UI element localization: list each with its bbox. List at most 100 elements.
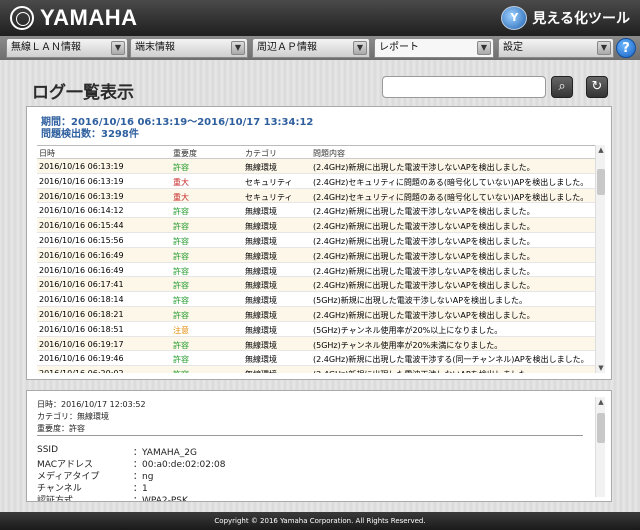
- cell-time: 2016/10/16 06:16:49: [39, 265, 124, 275]
- cell-category: 無線環境: [245, 340, 277, 350]
- cell-severity: 許容: [173, 222, 189, 232]
- table-row[interactable]: 2016/10/16 06:17:41 許容 無線環境 (2.4GHz)新規に出現した…: [37, 277, 605, 293]
- column-header-category[interactable]: カテゴリ: [245, 148, 277, 159]
- tab-label: レポート: [379, 42, 419, 53]
- cell-severity: 許容: [173, 369, 189, 373]
- cell-time: 2016/10/16 06:13:19: [39, 191, 124, 201]
- cell-time: 2016/10/16 06:19:46: [39, 354, 124, 364]
- cell-time: 2016/10/16 06:15:44: [39, 221, 124, 231]
- table-row[interactable]: 2016/10/16 06:18:51 注意 無線環境 (5GHz)チャンネル使用率が…: [37, 322, 605, 337]
- chevron-down-icon[interactable]: ▼: [111, 41, 125, 55]
- table-row[interactable]: 2016/10/16 06:16:49 許容 無線環境 (2.4GHz)新規に出現した…: [37, 247, 605, 263]
- cell-severity: 重大: [173, 177, 189, 187]
- scroll-down-icon[interactable]: ▼: [596, 363, 606, 373]
- cell-issue: (5GHz)チャンネル使用率が20%未満になりました。: [313, 340, 503, 350]
- column-header-issue[interactable]: 問題内容: [313, 148, 345, 159]
- cell-issue: (5GHz)チャンネル使用率が20%以上になりました。: [313, 325, 503, 335]
- search-input[interactable]: [382, 76, 546, 98]
- scroll-up-icon[interactable]: ▲: [596, 145, 606, 155]
- search-icon[interactable]: ⌕: [551, 76, 573, 98]
- table-row[interactable]: 2016/10/16 06:13:19 重大 セキュリティ (2.4GHz)セキュリテ…: [37, 174, 605, 189]
- cell-severity: 許容: [173, 296, 189, 306]
- column-header-severity[interactable]: 重要度: [173, 148, 197, 159]
- cell-issue: (2.4GHz)新規に出現した電波干渉しないAPを検出しました。: [313, 222, 535, 232]
- cell-category: 無線環境: [245, 207, 277, 217]
- cell-issue: (2.4GHz)セキュリティに問題のある(暗号化していない)APを検出しました。: [313, 177, 589, 187]
- cell-category: 無線環境: [245, 310, 277, 320]
- chevron-down-icon[interactable]: ▼: [353, 41, 367, 55]
- visualization-tool-icon: Y: [501, 6, 528, 30]
- cell-issue: (2.4GHz)新規に出現した電波干渉しないAPを検出しました。: [313, 310, 535, 320]
- help-icon[interactable]: ?: [616, 38, 636, 58]
- detail-key: SSID: [37, 445, 59, 455]
- cell-time: 2016/10/16 06:16:49: [39, 250, 124, 260]
- chevron-down-icon[interactable]: ▼: [231, 41, 245, 55]
- scroll-thumb[interactable]: [597, 169, 605, 195]
- table-row[interactable]: 2016/10/16 06:19:17 許容 無線環境 (5GHz)チャンネル使用率が…: [37, 336, 605, 352]
- detail-value: ：WPA2-PSK: [133, 496, 188, 502]
- cell-time: 2016/10/16 06:14:12: [39, 206, 124, 216]
- table-row[interactable]: 2016/10/16 06:13:19 許容 無線環境 (2.4GHz)新規に出現した…: [37, 159, 605, 174]
- scroll-thumb[interactable]: [597, 413, 605, 443]
- cell-time: 2016/10/16 06:19:17: [39, 339, 124, 349]
- table-row[interactable]: 2016/10/16 06:16:49 許容 無線環境 (2.4GHz)新規に出現した…: [37, 263, 605, 278]
- chevron-down-icon[interactable]: ▼: [477, 41, 491, 55]
- cell-severity: 許容: [173, 251, 189, 261]
- cell-time: 2016/10/16 06:18:51: [39, 324, 124, 334]
- table-row[interactable]: 2016/10/16 06:14:12 許容 無線環境 (2.4GHz)新規に出現した…: [37, 203, 605, 219]
- cell-severity: 許容: [173, 266, 189, 276]
- chevron-down-icon[interactable]: ▼: [597, 41, 611, 55]
- cell-issue: (2.4GHz)新規に出現した電波干渉しないAPを検出しました。: [313, 281, 535, 291]
- logo-text: YAMAHA: [40, 5, 138, 30]
- cell-severity: 許容: [173, 207, 189, 217]
- table-row[interactable]: 2016/10/16 06:15:44 許容 無線環境 (2.4GHz)新規に出現した…: [37, 218, 605, 233]
- cell-severity: 許容: [173, 340, 189, 350]
- yamaha-logo: YAMAHA: [10, 5, 138, 31]
- cell-issue: (2.4GHz)新規に出現した電波干渉しないAPを検出しました。: [313, 266, 535, 276]
- table-row[interactable]: 2016/10/16 06:13:19 重大 セキュリティ (2.4GHz)セキュリテ…: [37, 188, 605, 204]
- log-detail-panel: 日時：2016/10/17 12:03:52 カテゴリ：無線環境 重要度：許容 …: [26, 390, 612, 502]
- refresh-icon[interactable]: ↻: [586, 76, 608, 98]
- table-row[interactable]: 2016/10/16 06:18:14 許容 無線環境 (5GHz)新規に出現した電波…: [37, 292, 605, 307]
- cell-severity: 注意: [173, 325, 189, 335]
- log-summary: 期間：2016/10/16 06:13:19～2016/10/17 13:34:…: [41, 117, 313, 141]
- tab-terminal[interactable]: 端末情報 ▼: [130, 38, 248, 58]
- scroll-up-icon[interactable]: ▲: [596, 397, 606, 407]
- tab-label: 端末情報: [135, 42, 175, 53]
- cell-time: 2016/10/16 06:17:41: [39, 280, 124, 290]
- cell-issue: (2.4GHz)新規に出現した電波干渉する(同一チャンネル)APを検出しました。: [313, 355, 589, 365]
- tab-label: 設定: [503, 42, 523, 53]
- cell-category: 無線環境: [245, 355, 277, 365]
- cell-issue: (2.4GHz)セキュリティに問題のある(暗号化していない)APを検出しました。: [313, 192, 589, 202]
- tab-wireless-lan[interactable]: 無線ＬＡＮ情報 ▼: [6, 38, 128, 58]
- detail-category: カテゴリ：無線環境: [37, 412, 109, 421]
- cell-time: 2016/10/16 06:18:14: [39, 295, 124, 305]
- tab-report[interactable]: レポート ▼: [374, 38, 494, 58]
- log-list-panel: 期間：2016/10/16 06:13:19～2016/10/17 13:34:…: [26, 106, 612, 380]
- cell-category: 無線環境: [245, 296, 277, 306]
- cell-severity: 許容: [173, 281, 189, 291]
- table-row[interactable]: 2016/10/16 06:20:02 許容 無線環境 (2.4GHz)新規に出現した…: [37, 366, 605, 373]
- column-header-time[interactable]: 日時: [39, 148, 55, 159]
- divider: [37, 435, 583, 436]
- cell-issue: (5GHz)新規に出現した電波干渉しないAPを検出しました。: [313, 296, 528, 306]
- table-row[interactable]: 2016/10/16 06:18:21 許容 無線環境 (2.4GHz)新規に出現した…: [37, 306, 605, 322]
- table-row[interactable]: 2016/10/16 06:19:46 許容 無線環境 (2.4GHz)新規に出現した…: [37, 351, 605, 367]
- cell-issue: (2.4GHz)新規に出現した電波干渉しないAPを検出しました。: [313, 251, 535, 261]
- detail-key: 認証方式: [37, 496, 74, 502]
- copyright-footer: Copyright © 2016 Yamaha Corporation. All…: [0, 512, 640, 530]
- cell-category: セキュリティ: [245, 177, 293, 187]
- app-brand: Y 見える化ツール: [501, 6, 630, 30]
- cell-time: 2016/10/16 06:15:56: [39, 235, 124, 245]
- log-scrollbar[interactable]: ▲ ▼: [595, 145, 605, 373]
- app-name: 見える化ツール: [532, 11, 630, 27]
- cell-issue: (2.4GHz)新規に出現した電波干渉しないAPを検出しました。: [313, 236, 535, 246]
- cell-issue: (2.4GHz)新規に出現した電波干渉しないAPを検出しました。: [313, 369, 535, 373]
- tab-nearby-ap[interactable]: 周辺ＡＰ情報 ▼: [252, 38, 370, 58]
- cell-issue: (2.4GHz)新規に出現した電波干渉しないAPを検出しました。: [313, 163, 535, 172]
- detail-scrollbar[interactable]: ▲: [595, 397, 605, 497]
- table-row[interactable]: 2016/10/16 06:15:56 許容 無線環境 (2.4GHz)新規に出現した…: [37, 233, 605, 248]
- tab-settings[interactable]: 設定 ▼: [498, 38, 614, 58]
- log-period: 期間：2016/10/16 06:13:19～2016/10/17 13:34:…: [41, 117, 314, 128]
- cell-category: 無線環境: [245, 236, 277, 246]
